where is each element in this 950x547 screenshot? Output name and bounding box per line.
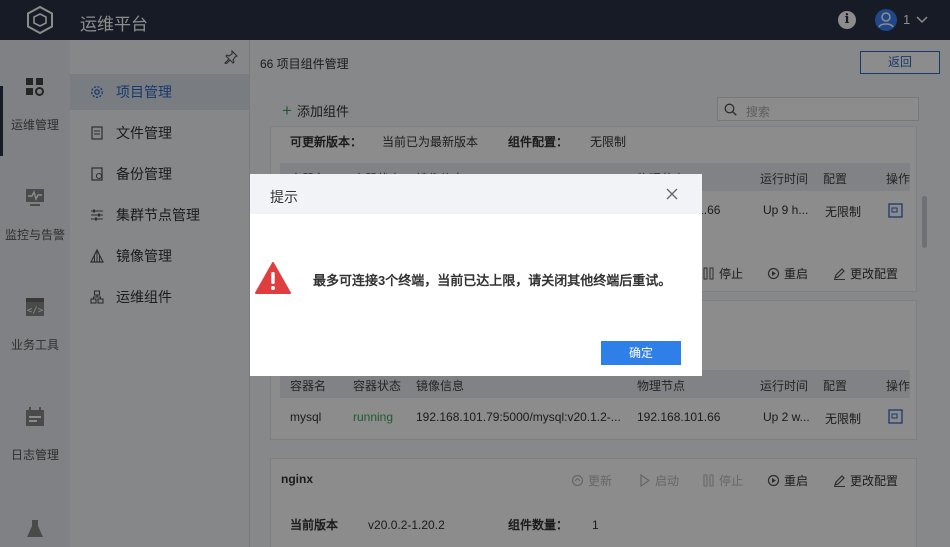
warning-icon <box>255 262 291 294</box>
dialog-message: 最多可连接3个终端，当前已达上限，请关闭其他终端后重试。 <box>313 273 672 288</box>
dialog-header: 提示 <box>250 174 702 214</box>
dialog-title: 提示 <box>270 189 298 205</box>
confirm-button[interactable]: 确定 <box>601 341 681 365</box>
close-icon[interactable] <box>666 188 678 200</box>
alert-dialog: 提示 最多可连接3个终端，当前已达上限，请关闭其他终端后重试。 确定 <box>250 174 702 376</box>
